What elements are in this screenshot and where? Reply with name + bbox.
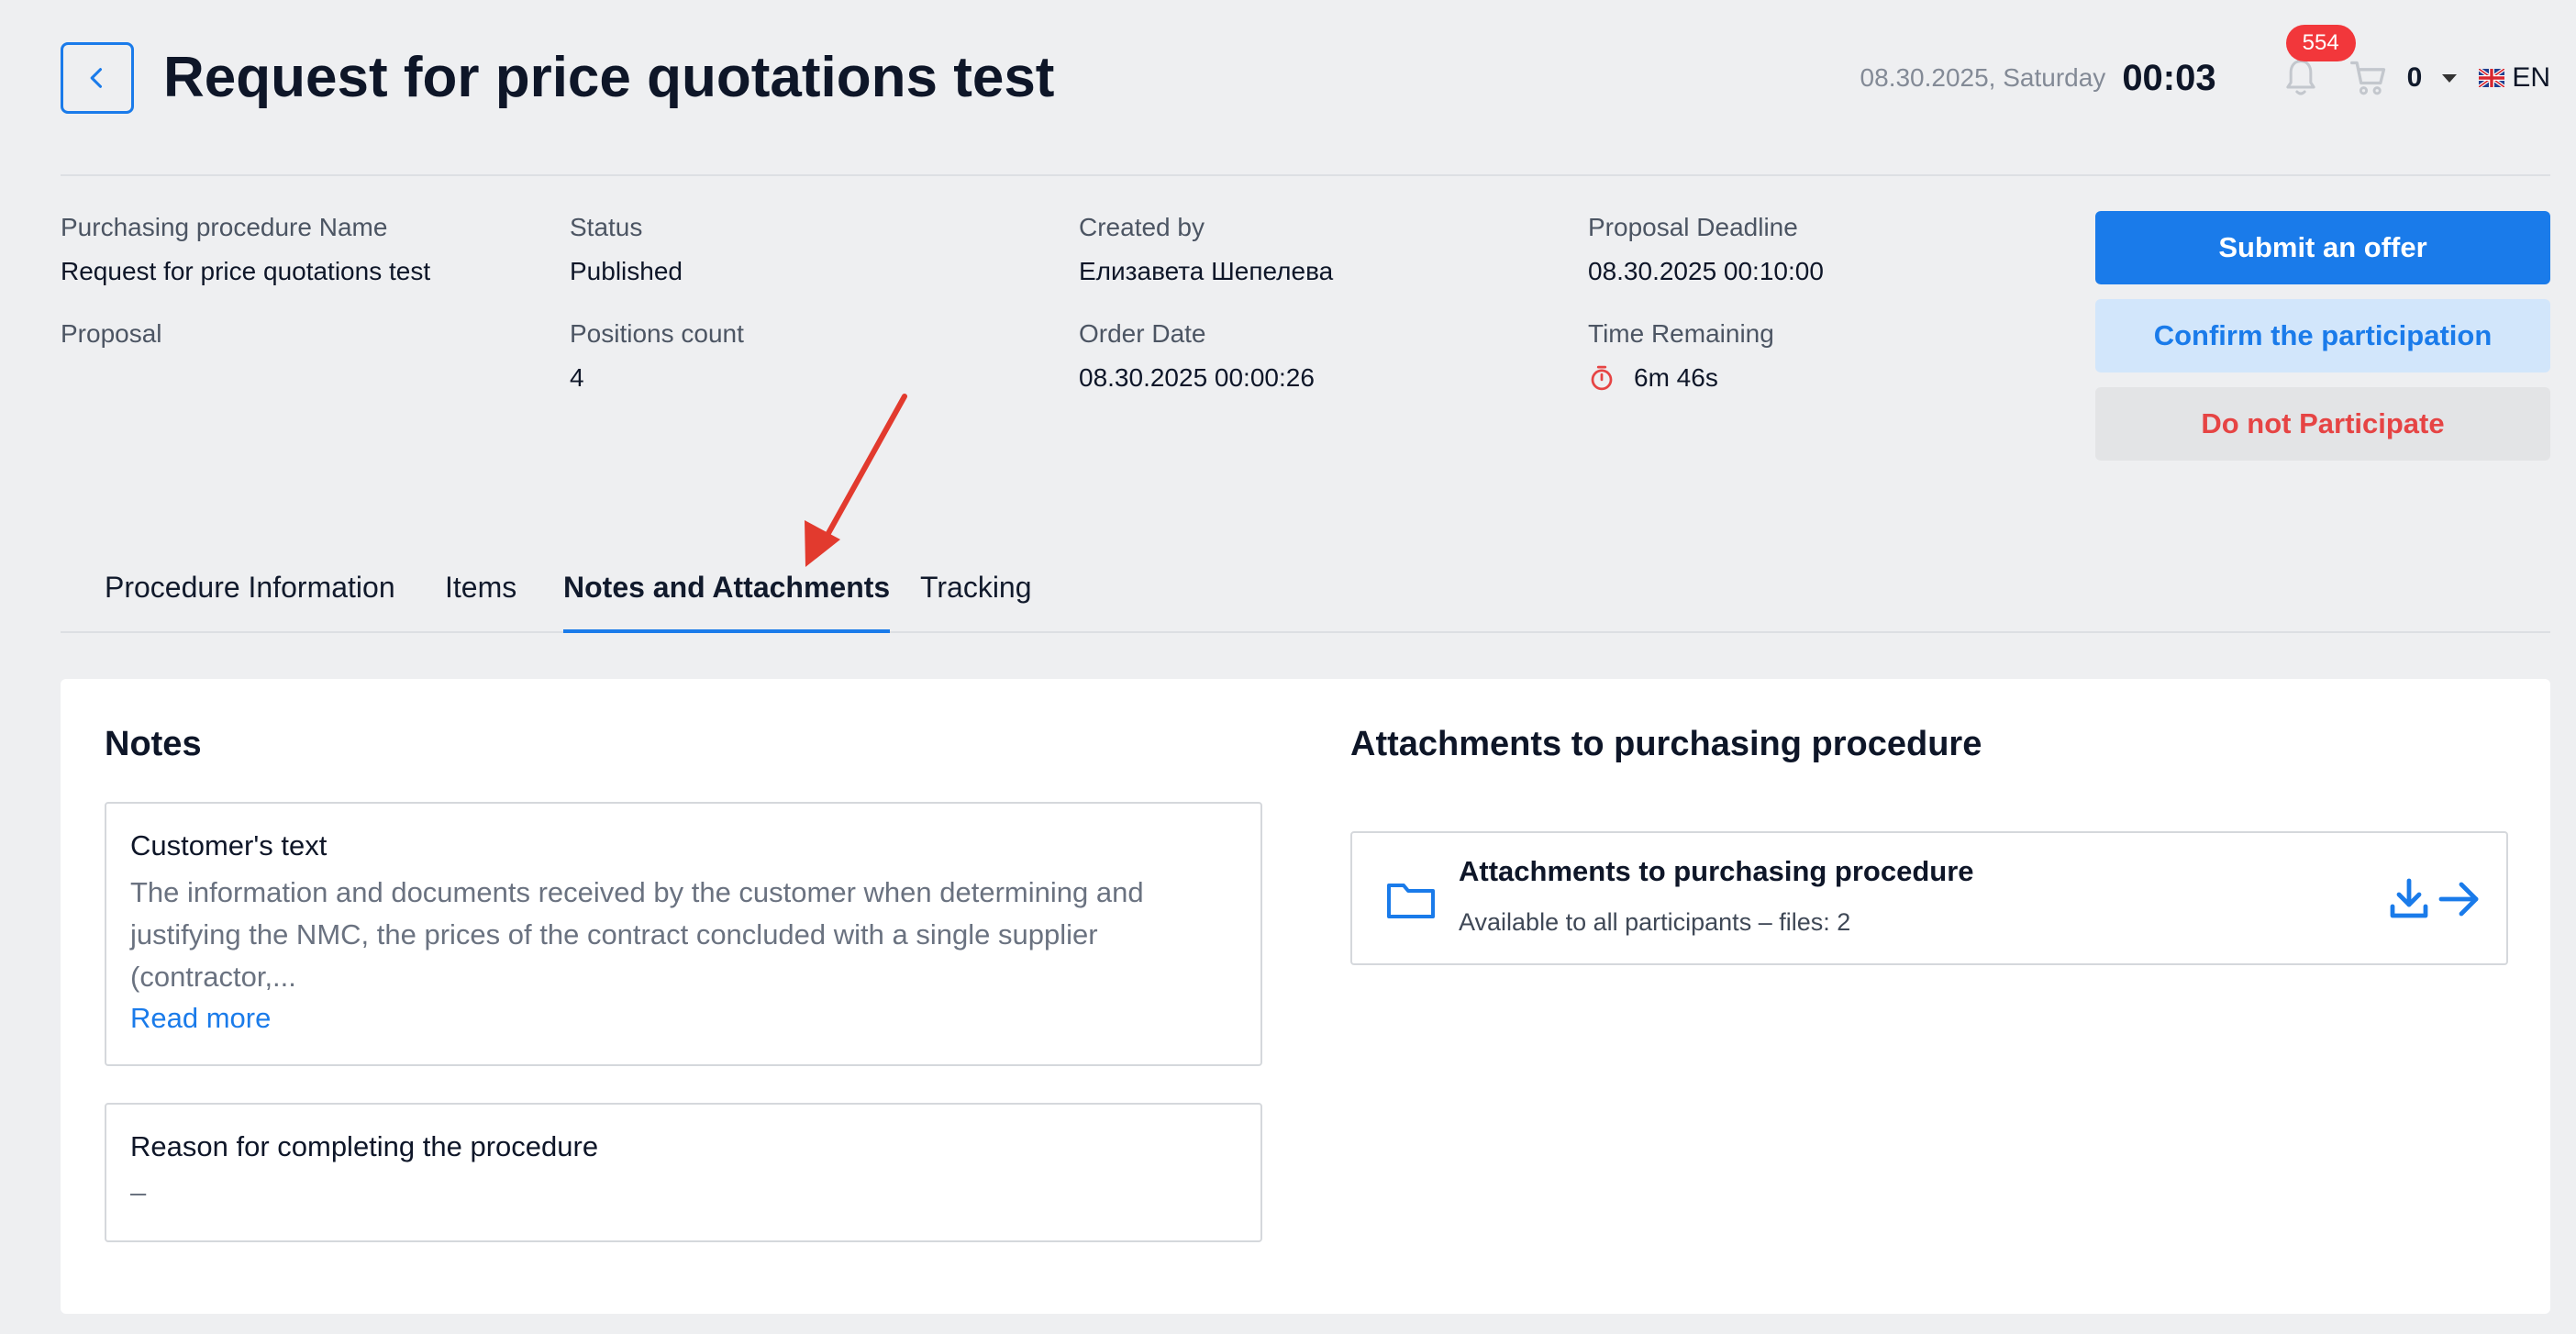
attachments-heading: Attachments to purchasing procedure [1350,725,1982,763]
back-button[interactable] [61,42,134,114]
timer-icon [1591,365,1613,391]
info-created-by: Created by Елизавета Шепелева [1079,211,1556,288]
language-selector[interactable]: EN [2512,62,2550,94]
info-label: Proposal [61,319,162,348]
info-value: Published [570,257,683,285]
page-title: Request for price quotations test [163,46,1055,109]
info-label: Status [570,213,643,241]
divider [61,174,2550,176]
note-body: The information and documents received b… [130,872,1237,998]
cart-icon[interactable] [2348,58,2389,98]
attachment-title: Attachments to purchasing procedure [1459,855,1974,887]
note-line: (contractor,... [130,961,296,993]
note-value: – [130,1176,147,1208]
info-label: Order Date [1079,319,1206,348]
info-value: Request for price quotations test [61,257,431,285]
customer-text-note: Customer's text The information and docu… [105,802,1262,1066]
note-title: Reason for completing the procedure [130,1130,599,1162]
uk-flag-icon [2479,69,2505,87]
arrow-right-icon[interactable] [2437,877,2482,921]
reason-note: Reason for completing the procedure – [105,1103,1262,1242]
info-label: Positions count [570,319,744,348]
info-value: 08.30.2025 00:00:26 [1079,363,1315,392]
tab-notes-and-attachments[interactable]: Notes and Attachments [563,560,891,633]
info-proposal-deadline: Proposal Deadline 08.30.2025 00:10:00 [1588,211,2065,288]
info-procedure-name: Purchasing procedure Name Request for pr… [61,211,538,288]
attachment-subtitle: Available to all participants – files: 2 [1459,908,1851,936]
current-time: 00:03 [2122,57,2216,98]
info-proposal: Proposal [61,317,538,350]
chevron-left-icon [90,68,103,88]
info-order-date: Order Date 08.30.2025 00:00:26 [1079,317,1556,395]
info-label: Purchasing procedure Name [61,213,388,241]
info-value: Елизавета Шепелева [1079,257,1334,285]
info-label: Proposal Deadline [1588,213,1798,241]
notes-heading: Notes [105,725,202,763]
tab-tracking[interactable]: Tracking [920,560,1032,633]
read-more-link[interactable]: Read more [130,998,1237,1039]
notification-badge: 554 [2285,25,2356,61]
tab-bar: Procedure Information Items Notes and At… [61,560,2550,633]
info-positions-count: Positions count 4 [570,317,1047,395]
header-toolbar: 08.30.2025, Saturday 00:03 554 0 EN [1860,25,2550,114]
submit-offer-button[interactable]: Submit an offer [2095,211,2550,284]
note-title: Customer's text [130,829,328,862]
notifications-button[interactable]: 554 [2282,25,2356,100]
attachment-folder-item[interactable]: Attachments to purchasing procedure Avai… [1350,831,2508,965]
info-value: 08.30.2025 00:10:00 [1588,257,1824,285]
note-line: The information and documents received b… [130,876,1144,908]
note-line: justifying the NMC, the prices of the co… [130,918,1098,950]
bell-icon [2285,60,2315,95]
do-not-participate-button[interactable]: Do not Participate [2095,387,2550,461]
folder-icon [1387,884,1435,918]
info-value: 6m 46s [1588,361,2065,395]
info-value: 4 [570,363,584,392]
info-label: Time Remaining [1588,319,1774,348]
current-date: 08.30.2025, Saturday [1860,63,2106,92]
notes-attachments-panel: Notes Customer's text The information an… [61,679,2550,1314]
info-time-remaining: Time Remaining 6m 46s [1588,317,2065,395]
time-remaining-value: 6m 46s [1634,363,1718,392]
cart-count: 0 [2406,62,2423,93]
tab-procedure-information[interactable]: Procedure Information [105,560,395,633]
info-status: Status Published [570,211,1047,288]
tab-items[interactable]: Items [445,560,516,633]
info-label: Created by [1079,213,1205,241]
chevron-down-icon[interactable] [2442,73,2458,83]
download-icon[interactable] [2387,877,2431,921]
confirm-participation-button[interactable]: Confirm the participation [2095,299,2550,372]
page-header: Request for price quotations test 08.30.… [61,25,2550,114]
